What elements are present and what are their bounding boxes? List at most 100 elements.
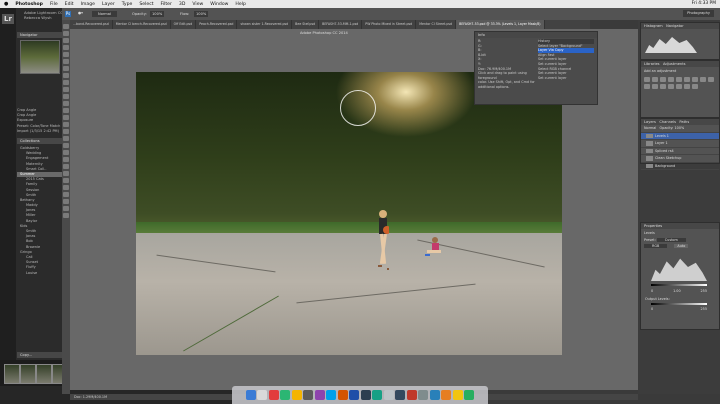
tool-icon[interactable] (63, 150, 69, 155)
adjustment-icon[interactable] (652, 77, 658, 82)
output-levels-slider[interactable] (651, 303, 707, 305)
tool-icon[interactable] (63, 171, 69, 176)
dock-app-icon[interactable] (257, 390, 268, 400)
history-item[interactable]: Set current layer (538, 76, 594, 81)
adjustment-icon[interactable] (652, 84, 658, 89)
blend-mode-select[interactable]: Normal (644, 126, 656, 130)
adjustment-icon[interactable] (644, 77, 650, 82)
tool-icon[interactable] (63, 31, 69, 36)
output-white[interactable]: 255 (701, 307, 707, 311)
tab-adjustments[interactable]: Adjustments (663, 62, 686, 66)
tool-icon[interactable] (63, 164, 69, 169)
input-levels-slider[interactable] (651, 284, 707, 286)
document-tab[interactable]: Mentor CI Street.psd (416, 20, 457, 29)
dock-app-icon[interactable] (395, 390, 406, 400)
layer-row[interactable]: Layer 1 (641, 140, 719, 148)
navigator-thumbnail[interactable] (20, 40, 60, 74)
document-tab[interactable]: ...bond-Recovered.psd (70, 20, 113, 29)
tool-icon[interactable] (63, 101, 69, 106)
tool-icon[interactable] (63, 122, 69, 127)
tool-icon[interactable] (63, 143, 69, 148)
menu-edit[interactable]: Edit (65, 2, 74, 7)
apple-icon[interactable]: ● (4, 1, 8, 7)
tool-icon[interactable] (63, 80, 69, 85)
tool-icon[interactable] (63, 192, 69, 197)
dock-app-icon[interactable] (452, 390, 463, 400)
dock-app-icon[interactable] (406, 390, 417, 400)
mode-select[interactable]: Normal (92, 11, 118, 17)
copy-button[interactable]: Copy... (17, 352, 62, 358)
adjustment-icon[interactable] (676, 77, 682, 82)
flow-input[interactable]: 100% (194, 11, 209, 17)
dock-app-icon[interactable] (441, 390, 452, 400)
dock-app-icon[interactable] (291, 390, 302, 400)
tool-icon[interactable] (63, 66, 69, 71)
brush-preset-icon[interactable]: ●▾ (78, 11, 83, 15)
menu-view[interactable]: View (192, 2, 203, 7)
opacity-input[interactable]: 100% (150, 11, 165, 17)
menu-type[interactable]: Type (122, 2, 133, 7)
menu-window[interactable]: Window (210, 2, 228, 7)
document-tab[interactable]: PW Photo Mixed in Street.psd (362, 20, 417, 29)
tool-icon[interactable] (63, 24, 69, 29)
tool-icon[interactable] (63, 73, 69, 78)
input-black[interactable]: 0 (651, 289, 653, 293)
adjustment-icon[interactable] (708, 77, 714, 82)
tool-icon[interactable] (63, 45, 69, 50)
adjustment-icon[interactable] (668, 77, 674, 82)
tool-icon[interactable] (63, 59, 69, 64)
layer-row[interactable]: Levels 1 (641, 132, 719, 140)
list-item[interactable]: Import (1/3/15 2:42 PM) (17, 129, 62, 134)
adjustment-icon[interactable] (668, 84, 674, 89)
list-item[interactable]: Preset: Color/Tone Match (17, 124, 62, 129)
channel-select[interactable]: RGB (644, 244, 668, 248)
tab-layers[interactable]: Layers (644, 120, 656, 124)
tool-icon[interactable] (63, 87, 69, 92)
collections-panel-header[interactable]: Collections (17, 138, 62, 144)
dock-app-icon[interactable] (418, 390, 429, 400)
dock-app-icon[interactable] (383, 390, 394, 400)
tool-icon[interactable] (63, 199, 69, 204)
adjustment-icon[interactable] (684, 77, 690, 82)
tool-icon[interactable] (63, 136, 69, 141)
filmstrip-thumb[interactable] (36, 364, 52, 384)
tool-icon[interactable] (63, 52, 69, 57)
tab-paths[interactable]: Paths (679, 120, 689, 124)
adjustment-icon[interactable] (692, 84, 698, 89)
adjustment-icon[interactable] (700, 77, 706, 82)
dock-app-icon[interactable] (314, 390, 325, 400)
tool-icon[interactable] (63, 213, 69, 218)
layer-row[interactable]: Background (641, 163, 719, 170)
tool-icon[interactable] (63, 108, 69, 113)
document-tab[interactable]: Bee Stef.psd (292, 20, 320, 29)
layer-row[interactable]: Clean Sketchup (641, 155, 719, 163)
menu-filter[interactable]: Filter (161, 2, 172, 7)
dock-app-icon[interactable] (337, 390, 348, 400)
menu-help[interactable]: Help (235, 2, 245, 7)
dock-app-icon[interactable] (245, 390, 256, 400)
tool-icon[interactable] (63, 94, 69, 99)
filmstrip-thumb[interactable] (4, 364, 20, 384)
adjustment-icon[interactable] (692, 77, 698, 82)
tool-icon[interactable] (63, 206, 69, 211)
navigator-panel-header[interactable]: Navigator (17, 32, 62, 38)
workspace-select[interactable]: Photography (683, 10, 714, 17)
menu-3d[interactable]: 3D (179, 2, 185, 7)
tool-icon[interactable] (63, 115, 69, 120)
tool-icon[interactable] (63, 157, 69, 162)
info-panel-title[interactable]: Info (475, 32, 597, 38)
dock-app-icon[interactable] (429, 390, 440, 400)
input-gamma[interactable]: 1.00 (673, 289, 681, 293)
adjustment-icon[interactable] (676, 84, 682, 89)
input-white[interactable]: 255 (701, 289, 707, 293)
tool-icon[interactable] (63, 178, 69, 183)
dock-app-icon[interactable] (303, 390, 314, 400)
tool-icon[interactable] (63, 129, 69, 134)
preset-select[interactable]: Custom (656, 238, 686, 242)
adjustment-icon[interactable] (660, 84, 666, 89)
tool-icon[interactable] (63, 185, 69, 190)
histogram-tabs[interactable]: Histogram Navigator (641, 23, 719, 29)
document-tab[interactable]: Peach-Recovered.psd (196, 20, 238, 29)
output-black[interactable]: 0 (651, 307, 653, 311)
dock-app-icon[interactable] (464, 390, 475, 400)
